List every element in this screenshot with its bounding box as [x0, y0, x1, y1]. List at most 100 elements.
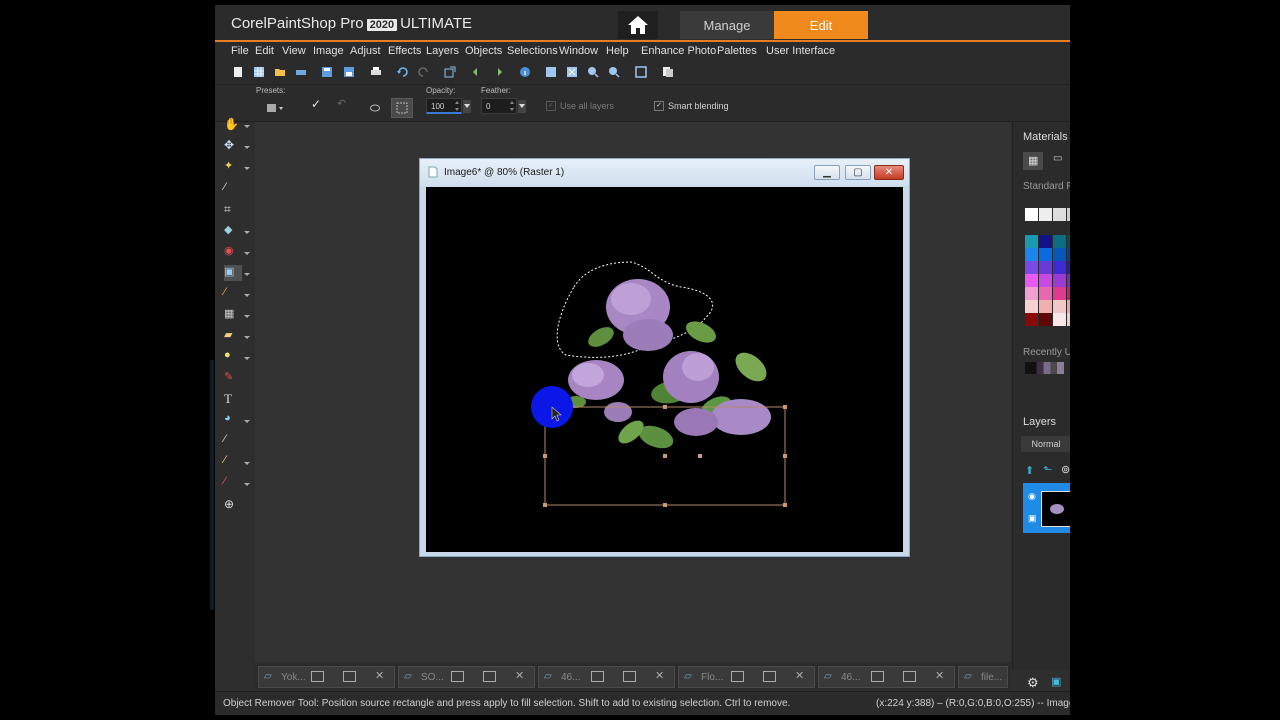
menu-help[interactable]: Help — [606, 45, 629, 57]
pen-tool[interactable]: ⁄ — [224, 433, 242, 449]
lasso-icon[interactable] — [369, 103, 381, 115]
settings-gear-icon[interactable]: ⚙ — [1027, 675, 1039, 691]
menu-view[interactable]: View — [282, 45, 306, 57]
restore-icon[interactable] — [731, 671, 744, 682]
home-button[interactable] — [618, 11, 658, 39]
save-icon[interactable] — [321, 66, 333, 78]
swatch[interactable] — [1053, 300, 1066, 313]
reset-arrow-icon[interactable]: ↶ — [337, 97, 346, 110]
new-layer-icon[interactable]: ⬆ — [1025, 464, 1034, 477]
swatch[interactable] — [1025, 274, 1038, 287]
menu-objects[interactable]: Objects — [465, 45, 502, 57]
menu-selections[interactable]: Selections — [507, 45, 558, 57]
magic-wand-tool[interactable]: ✦ — [224, 159, 242, 175]
blend-mode-dropdown[interactable]: Normal — [1021, 436, 1070, 452]
opacity-stepper[interactable] — [452, 99, 472, 114]
swatch[interactable] — [1053, 313, 1066, 326]
menu-adjust[interactable]: Adjust — [350, 45, 381, 57]
visibility-icon[interactable]: ◉ — [1028, 491, 1036, 502]
resize-icon[interactable] — [444, 66, 456, 78]
color-tab-icon[interactable]: ▭ — [1053, 153, 1062, 164]
close-icon[interactable]: ✕ — [375, 669, 384, 682]
feather-stepper[interactable] — [507, 99, 527, 114]
text-tool[interactable]: T — [224, 391, 242, 407]
new-group-icon[interactable]: ⬑ — [1043, 463, 1052, 476]
swatch[interactable] — [1039, 235, 1052, 248]
doc-tab-1[interactable]: ▱ Yok... ✕ — [258, 666, 395, 688]
swatch[interactable] — [1025, 235, 1038, 248]
swatch[interactable] — [1025, 248, 1038, 261]
menu-edit[interactable]: Edit — [255, 45, 274, 57]
menu-window[interactable]: Window — [559, 45, 598, 57]
swatch[interactable] — [1067, 261, 1070, 274]
color-replacer-tool[interactable]: ✎ — [224, 370, 242, 386]
history-undo-icon[interactable] — [471, 66, 483, 78]
full-screen-icon[interactable] — [635, 66, 647, 78]
history-redo-icon[interactable] — [492, 66, 504, 78]
menu-image[interactable]: Image — [313, 45, 344, 57]
preset-shape-tool[interactable]: ◕ — [224, 412, 242, 428]
menu-layers[interactable]: Layers — [426, 45, 459, 57]
recent-colors-strip[interactable] — [1025, 362, 1070, 374]
toolbar-options-icon[interactable] — [662, 66, 674, 78]
maximize-icon[interactable] — [903, 671, 916, 682]
swatch[interactable] — [1053, 208, 1066, 221]
info-icon[interactable] — [519, 66, 531, 78]
use-all-layers-checkbox[interactable]: ✓ — [546, 101, 556, 111]
restore-icon[interactable] — [591, 671, 604, 682]
doc-tab-2[interactable]: ▱ SO... ✕ — [398, 666, 535, 688]
swatch[interactable] — [1053, 287, 1066, 300]
swatch[interactable] — [1053, 235, 1066, 248]
layer-raster-1[interactable]: ◉ ▣ — [1023, 483, 1070, 533]
open-folder-icon[interactable] — [274, 66, 286, 78]
dropper-tool[interactable]: ⁄ — [224, 181, 242, 197]
swatch[interactable] — [1025, 300, 1038, 313]
redo-icon[interactable] — [418, 66, 430, 78]
swatch[interactable] — [1025, 287, 1038, 300]
move-tool[interactable]: ✥ — [224, 138, 242, 154]
swatch[interactable] — [1067, 313, 1070, 326]
restore-icon[interactable] — [871, 671, 884, 682]
swatch[interactable] — [1053, 261, 1066, 274]
tab-manage[interactable]: Manage — [680, 11, 774, 39]
save-as-icon[interactable] — [343, 66, 355, 78]
swatch[interactable] — [1025, 208, 1038, 221]
close-icon[interactable]: ✕ — [935, 669, 944, 682]
scanner-icon[interactable] — [295, 66, 307, 78]
swatch[interactable] — [1025, 261, 1038, 274]
close-icon[interactable]: ✕ — [795, 669, 804, 682]
swatch[interactable] — [1039, 248, 1052, 261]
restore-icon[interactable] — [451, 671, 464, 682]
swatches-tab[interactable]: ▦ — [1023, 152, 1043, 170]
doc-tab-3[interactable]: ▱ 46... ✕ — [538, 666, 675, 688]
maximize-icon[interactable] — [343, 671, 356, 682]
actual-size-icon[interactable] — [545, 66, 557, 78]
straighten-tool[interactable]: ◆ — [224, 223, 242, 239]
swatch[interactable] — [1025, 313, 1038, 326]
swatch[interactable] — [1067, 300, 1070, 313]
pan-tool[interactable]: ✋ — [224, 117, 242, 133]
swatch[interactable] — [1067, 248, 1070, 261]
swatch[interactable] — [1039, 300, 1052, 313]
eraser-tool[interactable]: ▰ — [224, 328, 242, 344]
swatch[interactable] — [1053, 274, 1066, 287]
close-icon[interactable]: ✕ — [655, 669, 664, 682]
swatch[interactable] — [1039, 208, 1052, 221]
restore-icon[interactable] — [311, 671, 324, 682]
rectangle-mode-button[interactable] — [391, 98, 413, 118]
lock-icon[interactable]: ▣ — [1028, 513, 1037, 524]
tab-edit[interactable]: Edit — [774, 11, 868, 39]
close-icon[interactable]: ✕ — [515, 669, 524, 682]
dodge-tool[interactable]: ⁄ — [224, 475, 242, 491]
layer-options-icon[interactable]: ▣ — [1051, 675, 1061, 688]
zoom-out-icon[interactable] — [587, 66, 599, 78]
flood-fill-tool[interactable]: ● — [224, 349, 242, 365]
doc-tab-4[interactable]: ▱ Flo... ✕ — [678, 666, 815, 688]
mask-icon[interactable]: ⊚ — [1061, 463, 1070, 476]
new-from-template-icon[interactable] — [253, 66, 265, 78]
maximize-icon[interactable] — [623, 671, 636, 682]
image-window-titlebar[interactable]: Image6* @ 80% (Raster 1) ▁ ▢ ✕ — [420, 159, 909, 186]
gradient-tool[interactable]: ▦ — [224, 307, 242, 323]
menu-user-interface[interactable]: User Interface — [766, 45, 835, 57]
maximize-icon[interactable] — [763, 671, 776, 682]
